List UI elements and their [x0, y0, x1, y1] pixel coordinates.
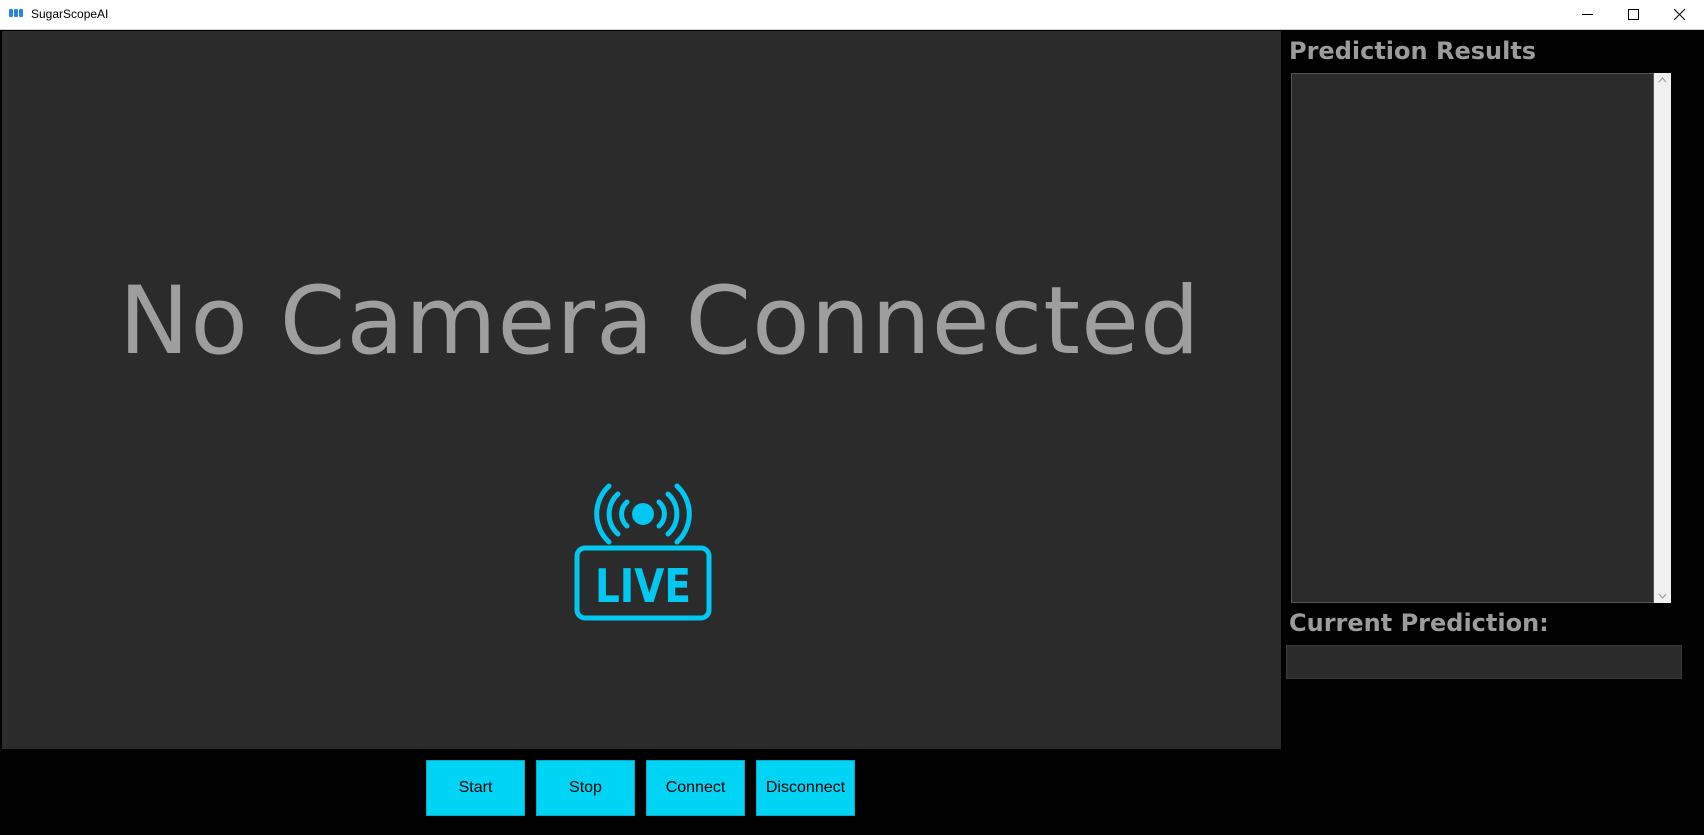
connect-button[interactable]: Connect [646, 760, 745, 816]
app-icon [9, 9, 24, 19]
window-title: SugarScopeAI [31, 7, 109, 21]
control-bar: Start Stop Connect Disconnect [0, 749, 1282, 835]
chevron-down-icon [1658, 593, 1667, 599]
no-camera-message: No Camera Connected [119, 267, 1201, 376]
results-scrollbar[interactable] [1654, 73, 1671, 603]
scroll-up-button[interactable] [1654, 73, 1671, 87]
close-icon [1673, 9, 1685, 20]
prediction-results-list[interactable] [1291, 73, 1654, 603]
current-prediction-label: Current Prediction: [1289, 609, 1549, 637]
app-window: SugarScopeAI No Camera Connected LIVE St… [0, 0, 1704, 835]
scroll-down-button[interactable] [1654, 589, 1671, 603]
live-broadcast-icon: LIVE [574, 483, 712, 621]
prediction-panel: Prediction Results Current Prediction: [1282, 31, 1704, 835]
camera-feed-panel: No Camera Connected LIVE [2, 31, 1281, 749]
prediction-results-title: Prediction Results [1289, 37, 1537, 65]
disconnect-button[interactable]: Disconnect [756, 760, 855, 816]
chevron-up-icon [1658, 77, 1667, 83]
current-prediction-value [1286, 645, 1682, 679]
live-badge-text: LIVE [595, 559, 691, 613]
maximize-icon [1627, 9, 1639, 20]
title-bar[interactable]: SugarScopeAI [0, 0, 1704, 30]
close-button[interactable] [1656, 0, 1702, 29]
start-button[interactable]: Start [426, 760, 525, 816]
minimize-icon [1581, 14, 1593, 15]
maximize-button[interactable] [1610, 0, 1656, 29]
stop-button[interactable]: Stop [536, 760, 635, 816]
minimize-button[interactable] [1564, 0, 1610, 29]
